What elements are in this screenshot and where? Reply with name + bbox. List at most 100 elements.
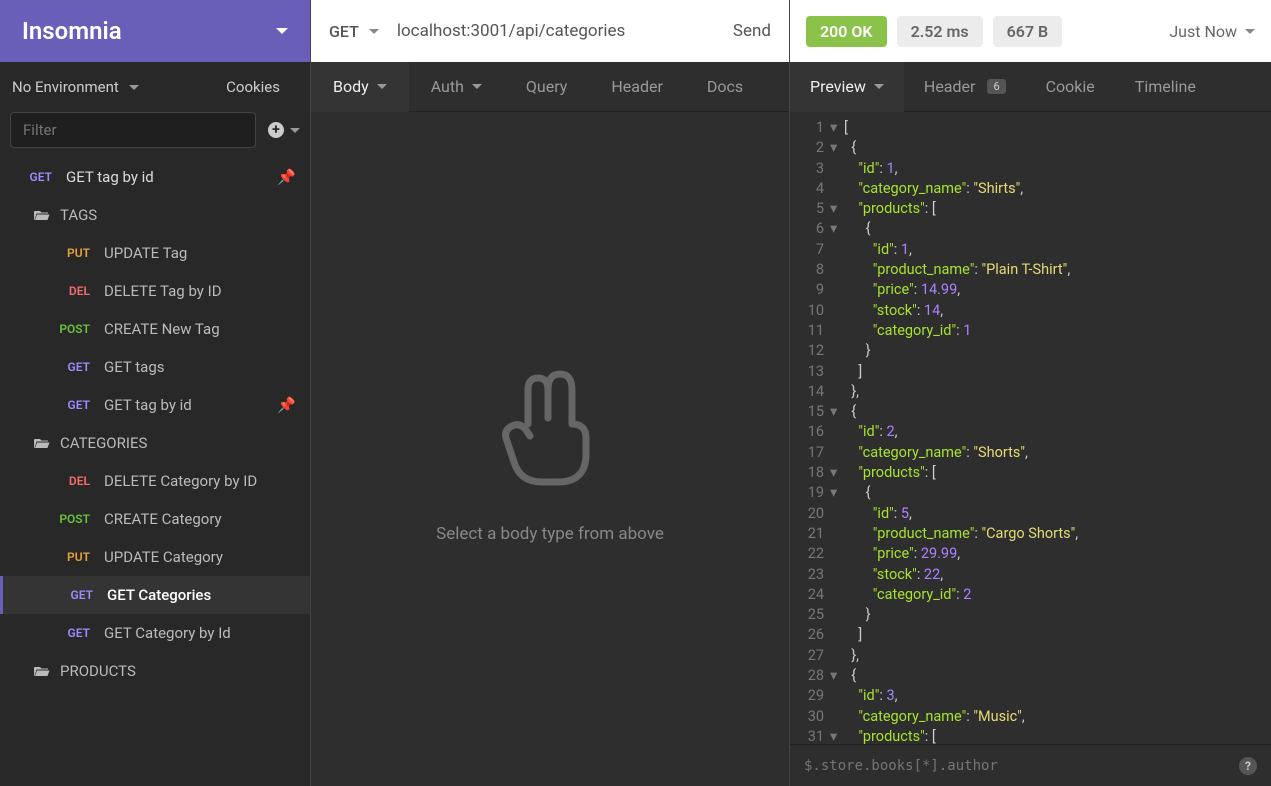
json-line: 7 "id": 1,	[790, 240, 1271, 260]
json-line: 20 "id": 5,	[790, 504, 1271, 524]
body-empty-text: Select a body type from above	[436, 524, 664, 544]
cookies-link[interactable]: Cookies	[226, 78, 298, 96]
json-line: 25 }	[790, 605, 1271, 625]
method-badge: GET	[56, 360, 90, 374]
json-line: 24 "category_id": 2	[790, 585, 1271, 605]
json-line: 3 "id": 1,	[790, 159, 1271, 179]
folder-item[interactable]: TAGS	[0, 196, 310, 234]
request-item[interactable]: GET GET tag by id 📌	[0, 386, 310, 424]
method-badge: PUT	[56, 246, 90, 260]
method-label: GET	[329, 22, 359, 41]
folder-item[interactable]: CATEGORIES	[0, 424, 310, 462]
url-bar: GET Send	[311, 0, 789, 62]
filter-input[interactable]	[10, 112, 256, 148]
json-line: 2▾ {	[790, 138, 1271, 158]
request-item[interactable]: GETGET tags	[0, 348, 310, 386]
tab-header[interactable]: Header	[589, 62, 685, 111]
request-tabs: Body Auth Query Header Docs	[311, 62, 789, 112]
url-input[interactable]	[397, 21, 715, 41]
request-label: DELETE Tag by ID	[104, 282, 296, 300]
response-pane: 200 OK 2.52 ms 667 B Just Now Preview He…	[790, 0, 1271, 786]
tab-body[interactable]: Body	[311, 62, 409, 112]
tab-auth[interactable]: Auth	[409, 62, 504, 111]
request-list: GET GET tag by id 📌 TAGSPUTUPDATE TagDEL…	[0, 158, 310, 786]
method-badge: POST	[56, 322, 90, 336]
help-icon[interactable]: ?	[1239, 757, 1257, 775]
request-item[interactable]: POSTCREATE Category	[0, 500, 310, 538]
json-viewer[interactable]: 1▾[2▾ {3 "id": 1,4 "category_name": "Shi…	[790, 112, 1271, 744]
request-label: DELETE Category by ID	[104, 472, 296, 490]
request-item[interactable]: PUTUPDATE Category	[0, 538, 310, 576]
body-empty-state: Select a body type from above	[311, 112, 789, 786]
request-item[interactable]: POST CREATE New Tag	[0, 310, 310, 348]
request-item[interactable]: GET GET Categories	[0, 576, 310, 614]
request-item[interactable]: PUTUPDATE Tag	[0, 234, 310, 272]
environment-label: No Environment	[12, 78, 119, 96]
json-line: 29 "id": 3,	[790, 686, 1271, 706]
status-bar: 200 OK 2.52 ms 667 B Just Now	[790, 0, 1271, 62]
json-line: 15▾ {	[790, 402, 1271, 422]
chevron-down-icon	[472, 84, 482, 89]
request-label: GET Categories	[107, 586, 296, 604]
method-badge: DEL	[56, 284, 90, 298]
jsonpath-input[interactable]	[804, 758, 1229, 774]
request-item[interactable]: GETGET Category by Id	[0, 614, 310, 652]
request-label: GET tag by id	[66, 168, 263, 186]
status-code-badge: 200 OK	[806, 16, 887, 47]
header-count-badge: 6	[987, 79, 1005, 94]
tab-timeline[interactable]: Timeline	[1115, 62, 1216, 111]
method-badge: GET	[14, 170, 52, 184]
add-request-button[interactable]: +	[268, 122, 300, 138]
send-button[interactable]: Send	[733, 21, 771, 41]
jsonpath-bar: ?	[790, 744, 1271, 786]
tab-preview[interactable]: Preview	[790, 62, 904, 112]
method-badge: GET	[59, 588, 93, 602]
hand-icon	[490, 354, 610, 494]
json-line: 27 },	[790, 646, 1271, 666]
response-time-badge: 2.52 ms	[897, 16, 983, 47]
pin-icon: 📌	[277, 396, 296, 414]
request-label: GET tag by id	[104, 396, 263, 414]
json-line: 23 "stock": 22,	[790, 565, 1271, 585]
json-line: 12 }	[790, 341, 1271, 361]
json-line: 11 "category_id": 1	[790, 321, 1271, 341]
chevron-down-icon	[1245, 29, 1255, 34]
method-badge: DEL	[56, 474, 90, 488]
json-line: 22 "price": 29.99,	[790, 544, 1271, 564]
chevron-down-icon	[377, 84, 387, 89]
json-line: 9 "price": 14.99,	[790, 280, 1271, 300]
json-line: 1▾[	[790, 118, 1271, 138]
workspace-header[interactable]: Insomnia	[0, 0, 310, 62]
plus-icon: +	[268, 122, 284, 138]
json-line: 21 "product_name": "Cargo Shorts",	[790, 524, 1271, 544]
folder-open-icon	[34, 665, 50, 677]
json-line: 30 "category_name": "Music",	[790, 707, 1271, 727]
method-selector[interactable]: GET	[329, 22, 379, 41]
request-item[interactable]: GET GET tag by id 📌	[0, 158, 310, 196]
method-badge: GET	[56, 398, 90, 412]
tab-query[interactable]: Query	[504, 62, 589, 111]
json-line: 13 ]	[790, 362, 1271, 382]
app-title: Insomnia	[22, 17, 122, 45]
method-badge: POST	[56, 512, 90, 526]
response-tabs: Preview Header 6 Cookie Timeline	[790, 62, 1271, 112]
json-line: 17 "category_name": "Shorts",	[790, 443, 1271, 463]
json-line: 6▾ {	[790, 219, 1271, 239]
method-badge: PUT	[56, 550, 90, 564]
request-item[interactable]: DEL DELETE Category by ID	[0, 462, 310, 500]
request-item[interactable]: DEL DELETE Tag by ID	[0, 272, 310, 310]
tab-docs[interactable]: Docs	[685, 62, 765, 111]
json-line: 31▾ "products": [	[790, 727, 1271, 744]
tab-cookie[interactable]: Cookie	[1026, 62, 1115, 111]
json-line: 5▾ "products": [	[790, 199, 1271, 219]
response-history-dropdown[interactable]: Just Now	[1169, 22, 1255, 41]
response-time-label: Just Now	[1169, 22, 1237, 41]
tab-response-header[interactable]: Header 6	[904, 62, 1026, 111]
response-size-badge: 667 B	[993, 16, 1063, 47]
environment-selector[interactable]: No Environment	[12, 78, 139, 96]
json-line: 16 "id": 2,	[790, 422, 1271, 442]
folder-label: PRODUCTS	[60, 662, 136, 680]
sidebar: Insomnia No Environment Cookies + GET GE…	[0, 0, 310, 786]
request-label: CREATE New Tag	[104, 320, 296, 338]
folder-item[interactable]: PRODUCTS	[0, 652, 310, 690]
